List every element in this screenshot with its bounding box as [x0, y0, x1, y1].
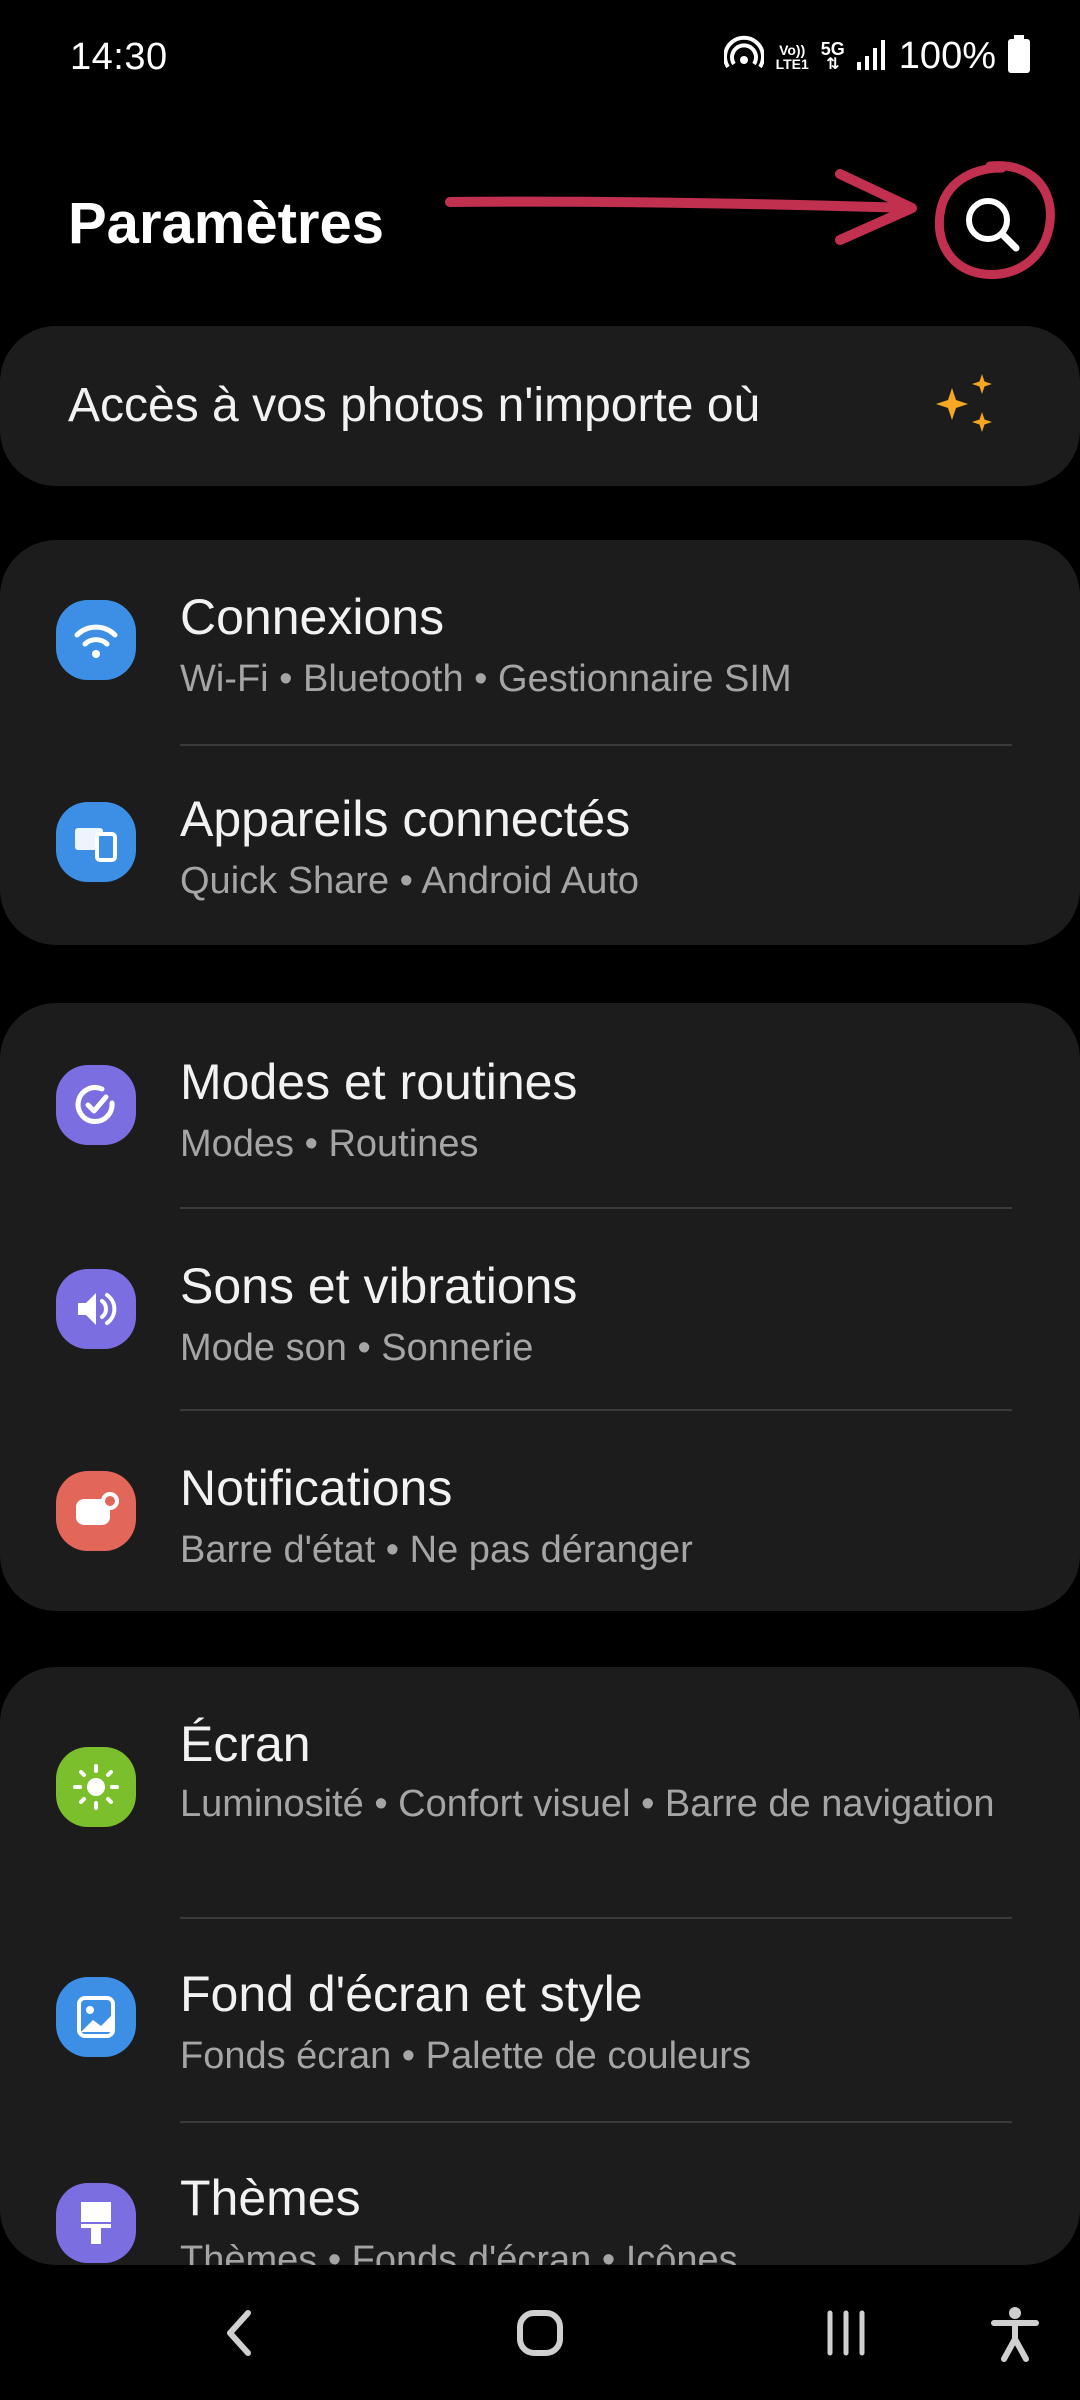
status-bar: 14:30 Vo)) LTE1 5G ⇅ 100% [0, 0, 1080, 120]
volte-icon: Vo)) LTE1 [776, 43, 809, 71]
accessibility-icon[interactable] [990, 2303, 1040, 2363]
item-title: Notifications [180, 1460, 453, 1516]
hotspot-icon [722, 34, 765, 79]
signal-icon [856, 38, 887, 75]
settings-item-themes[interactable]: Thèmes Thèmes • Fonds d'écran • Icônes [0, 2123, 1080, 2265]
settings-item-notifications[interactable]: Notifications Barre d'état • Ne pas déra… [0, 1411, 1080, 1611]
recents-icon[interactable] [816, 2303, 876, 2363]
notifications-icon [56, 1471, 136, 1551]
status-icons: Vo)) LTE1 5G ⇅ 100% [722, 34, 1030, 79]
status-time: 14:30 [70, 36, 168, 78]
back-button[interactable] [180, 2265, 300, 2400]
settings-item-connected-devices[interactable]: Appareils connectés Quick Share • Androi… [0, 746, 1080, 945]
photos-promo-card[interactable]: Accès à vos photos n'importe où [0, 326, 1080, 486]
settings-item-display[interactable]: Écran Luminosité • Confort visuel • Barr… [0, 1667, 1080, 1918]
page-title: Paramètres [68, 191, 384, 256]
battery-icon [1008, 35, 1030, 78]
accessibility-button[interactable] [960, 2265, 1070, 2400]
home-icon[interactable] [510, 2303, 570, 2363]
routines-icon [56, 1065, 136, 1145]
item-subtitle: Mode son • Sonnerie [180, 1327, 534, 1369]
item-subtitle: Thèmes • Fonds d'écran • Icônes [180, 2239, 738, 2265]
settings-item-sounds[interactable]: Sons et vibrations Mode son • Sonnerie [0, 1209, 1080, 1409]
devices-icon [56, 802, 136, 882]
battery-percentage: 100% [898, 35, 996, 77]
sound-icon [56, 1269, 136, 1349]
item-title: Sons et vibrations [180, 1258, 578, 1314]
back-icon[interactable] [220, 2303, 260, 2363]
item-title: Fond d'écran et style [180, 1966, 643, 2022]
item-subtitle: Fonds écran • Palette de couleurs [180, 2035, 751, 2077]
home-button[interactable] [480, 2265, 600, 2400]
network-5g-icon: 5G ⇅ [820, 38, 845, 73]
annotation-circle [934, 161, 1055, 279]
promo-text: Accès à vos photos n'importe où [68, 379, 761, 432]
settings-group-connections: Connexions Wi-Fi • Bluetooth • Gestionna… [0, 540, 1080, 945]
wifi-icon [56, 600, 136, 680]
settings-item-modes-routines[interactable]: Modes et routines Modes • Routines [0, 1003, 1080, 1205]
themes-icon [56, 2183, 136, 2263]
item-subtitle: Luminosité • Confort visuel • Barre de n… [180, 1783, 995, 1825]
item-title: Connexions [180, 589, 445, 645]
settings-group-display: Écran Luminosité • Confort visuel • Barr… [0, 1667, 1080, 2265]
item-subtitle: Barre d'état • Ne pas déranger [180, 1529, 693, 1571]
item-title: Appareils connectés [180, 791, 631, 847]
brightness-icon [56, 1747, 136, 1827]
item-subtitle: Wi-Fi • Bluetooth • Gestionnaire SIM [180, 658, 792, 700]
item-title: Thèmes [180, 2170, 361, 2226]
item-subtitle: Modes • Routines [180, 1123, 479, 1165]
settings-item-connexions[interactable]: Connexions Wi-Fi • Bluetooth • Gestionna… [0, 540, 1080, 742]
settings-group-modes: Modes et routines Modes • Routines Sons … [0, 1003, 1080, 1611]
sparkle-icon [936, 374, 992, 432]
volte-line2: LTE1 [775, 55, 809, 72]
network-type: 5G [820, 38, 845, 59]
settings-item-wallpaper[interactable]: Fond d'écran et style Fonds écran • Pale… [0, 1919, 1080, 2121]
recents-button[interactable] [786, 2265, 906, 2400]
volte-line1: Vo)) [779, 41, 806, 58]
item-title: Modes et routines [180, 1054, 578, 1110]
wallpaper-icon [56, 1977, 136, 2057]
annotation-arrow [445, 169, 917, 245]
item-subtitle: Quick Share • Android Auto [180, 860, 640, 902]
navigation-bar [0, 2265, 1080, 2400]
item-title: Écran [180, 1716, 311, 1772]
